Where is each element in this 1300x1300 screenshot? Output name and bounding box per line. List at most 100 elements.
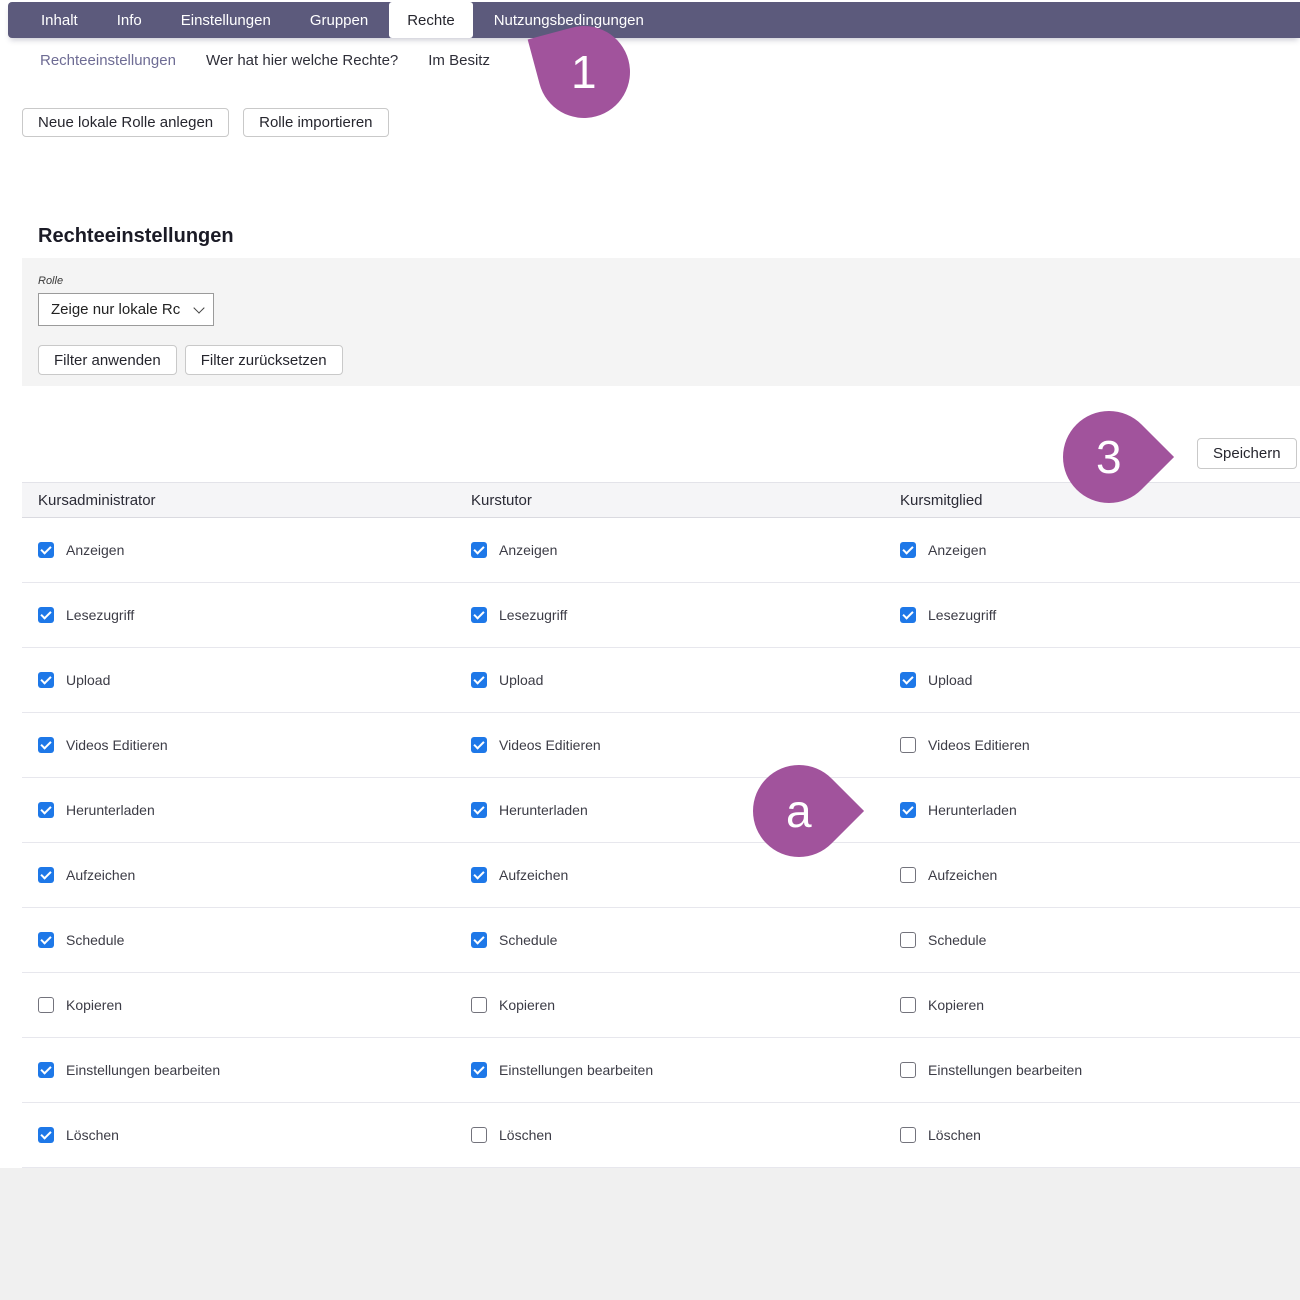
checkbox-videos-editieren-kursadministrator[interactable] xyxy=(38,737,54,753)
checkbox-anzeigen-kursadministrator[interactable] xyxy=(38,542,54,558)
checkbox-anzeigen-kurstutor[interactable] xyxy=(471,542,487,558)
checkbox-label-l-schen: Löschen xyxy=(499,1127,552,1143)
table-row-einstellungen-bearbeiten: Einstellungen bearbeiten Einstellungen be… xyxy=(22,1038,1300,1103)
checkbox-label-kopieren: Kopieren xyxy=(499,997,555,1013)
checkbox-lesezugriff-kursmitglied[interactable] xyxy=(900,607,916,623)
role-toolbar: Neue lokale Rolle anlegen Rolle importie… xyxy=(22,108,389,137)
checkbox-label-einstellungen-bearbeiten: Einstellungen bearbeiten xyxy=(499,1062,653,1078)
checkbox-label-videos-editieren: Videos Editieren xyxy=(499,737,601,753)
checkbox-schedule-kursadministrator[interactable] xyxy=(38,932,54,948)
checkbox-einstellungen-bearbeiten-kurstutor[interactable] xyxy=(471,1062,487,1078)
checkbox-schedule-kurstutor[interactable] xyxy=(471,932,487,948)
import-role-button[interactable]: Rolle importieren xyxy=(243,108,388,137)
checkbox-label-schedule: Schedule xyxy=(66,932,124,948)
cell-anzeigen-kursadministrator: Anzeigen xyxy=(38,542,471,558)
checkbox-videos-editieren-kursmitglied[interactable] xyxy=(900,737,916,753)
table-row-aufzeichen: AufzeichenAufzeichenAufzeichen xyxy=(22,843,1300,908)
cell-schedule-kursadministrator: Schedule xyxy=(38,932,471,948)
checkbox-herunterladen-kursmitglied[interactable] xyxy=(900,802,916,818)
cell-lesezugriff-kurstutor: Lesezugriff xyxy=(471,607,900,623)
cell-kopieren-kurstutor: Kopieren xyxy=(471,997,900,1013)
table-row-videos-editieren: Videos Editieren Videos Editieren Videos E… xyxy=(22,713,1300,778)
new-local-role-button[interactable]: Neue lokale Rolle anlegen xyxy=(22,108,229,137)
table-row-schedule: Schedule Schedule Schedule xyxy=(22,908,1300,973)
checkbox-label-aufzeichen: Aufzeichen xyxy=(928,867,997,883)
cell-upload-kurstutor: Upload xyxy=(471,672,900,688)
checkbox-label-lesezugriff: Lesezugriff xyxy=(66,607,134,623)
cell-videos-editieren-kursmitglied: Videos Editieren xyxy=(900,737,1300,753)
tab-einstellungen[interactable]: Einstellungen xyxy=(181,2,271,38)
checkbox-einstellungen-bearbeiten-kursadministrator[interactable] xyxy=(38,1062,54,1078)
checkbox-label-herunterladen: Herunterladen xyxy=(499,802,588,818)
role-select[interactable]: Zeige nur lokale Rc xyxy=(38,293,214,326)
checkbox-l-schen-kursadministrator[interactable] xyxy=(38,1127,54,1143)
checkbox-label-kopieren: Kopieren xyxy=(928,997,984,1013)
cell-aufzeichen-kurstutor: Aufzeichen xyxy=(471,867,900,883)
filter-reset-button[interactable]: Filter zurücksetzen xyxy=(185,345,343,375)
checkbox-herunterladen-kursadministrator[interactable] xyxy=(38,802,54,818)
cell-aufzeichen-kursadministrator: Aufzeichen xyxy=(38,867,471,883)
checkbox-label-schedule: Schedule xyxy=(928,932,986,948)
tab-inhalt[interactable]: Inhalt xyxy=(41,2,78,38)
subnav-item-wer-hat-hier-welche-rechte[interactable]: Wer hat hier welche Rechte? xyxy=(206,52,398,69)
cell-kopieren-kursmitglied: Kopieren xyxy=(900,997,1300,1013)
cell-einstellungen-bearbeiten-kursadministrator: Einstellungen bearbeiten xyxy=(38,1062,471,1078)
checkbox-kopieren-kurstutor[interactable] xyxy=(471,997,487,1013)
checkbox-label-upload: Upload xyxy=(928,672,972,688)
checkbox-einstellungen-bearbeiten-kursmitglied[interactable] xyxy=(900,1062,916,1078)
checkbox-label-upload: Upload xyxy=(499,672,543,688)
tab-info[interactable]: Info xyxy=(117,2,142,38)
checkbox-label-schedule: Schedule xyxy=(499,932,557,948)
checkbox-videos-editieren-kurstutor[interactable] xyxy=(471,737,487,753)
subnav-item-im-besitz[interactable]: Im Besitz xyxy=(428,52,490,69)
cell-aufzeichen-kursmitglied: Aufzeichen xyxy=(900,867,1300,883)
cell-schedule-kursmitglied: Schedule xyxy=(900,932,1300,948)
column-header-kurstutor: Kurstutor xyxy=(471,492,900,509)
checkbox-kopieren-kursmitglied[interactable] xyxy=(900,997,916,1013)
filter-apply-button[interactable]: Filter anwenden xyxy=(38,345,177,375)
tab-rechte[interactable]: Rechte xyxy=(389,2,473,38)
checkbox-aufzeichen-kurstutor[interactable] xyxy=(471,867,487,883)
sub-navbar: Rechteeinstellungen Wer hat hier welche R… xyxy=(40,52,490,69)
checkbox-l-schen-kurstutor[interactable] xyxy=(471,1127,487,1143)
footer-background xyxy=(0,1168,1300,1300)
checkbox-upload-kursmitglied[interactable] xyxy=(900,672,916,688)
checkbox-lesezugriff-kurstutor[interactable] xyxy=(471,607,487,623)
checkbox-lesezugriff-kursadministrator[interactable] xyxy=(38,607,54,623)
checkbox-aufzeichen-kursadministrator[interactable] xyxy=(38,867,54,883)
permissions-table-body: AnzeigenAnzeigenAnzeigenLesezugriffLesez… xyxy=(22,518,1300,1168)
cell-kopieren-kursadministrator: Kopieren xyxy=(38,997,471,1013)
checkbox-upload-kursadministrator[interactable] xyxy=(38,672,54,688)
role-filter-label: Rolle xyxy=(38,275,63,287)
checkbox-kopieren-kursadministrator[interactable] xyxy=(38,997,54,1013)
page: InhaltInfoEinstellungenGruppenRechteNutz… xyxy=(0,0,1300,1300)
checkbox-label-herunterladen: Herunterladen xyxy=(928,802,1017,818)
checkbox-l-schen-kursmitglied[interactable] xyxy=(900,1127,916,1143)
callout-step-1-label: 1 xyxy=(571,49,597,95)
cell-lesezugriff-kursmitglied: Lesezugriff xyxy=(900,607,1300,623)
checkbox-label-kopieren: Kopieren xyxy=(66,997,122,1013)
callout-step-3-label: 3 xyxy=(1096,434,1122,480)
cell-anzeigen-kurstutor: Anzeigen xyxy=(471,542,900,558)
checkbox-label-l-schen: Löschen xyxy=(66,1127,119,1143)
filter-buttons: Filter anwenden Filter zurücksetzen xyxy=(38,345,343,375)
checkbox-schedule-kursmitglied[interactable] xyxy=(900,932,916,948)
cell-upload-kursadministrator: Upload xyxy=(38,672,471,688)
checkbox-label-upload: Upload xyxy=(66,672,110,688)
tab-gruppen[interactable]: Gruppen xyxy=(310,2,368,38)
permissions-table: KursadministratorKurstutorKursmitglied A… xyxy=(22,482,1300,1168)
page-title: Rechteeinstellungen xyxy=(38,225,234,248)
table-row-upload: Upload Upload Upload xyxy=(22,648,1300,713)
callout-step-a-label: a xyxy=(786,788,812,834)
checkbox-upload-kurstutor[interactable] xyxy=(471,672,487,688)
save-button[interactable]: Speichern xyxy=(1197,438,1297,469)
checkbox-aufzeichen-kursmitglied[interactable] xyxy=(900,867,916,883)
checkbox-label-videos-editieren: Videos Editieren xyxy=(66,737,168,753)
checkbox-anzeigen-kursmitglied[interactable] xyxy=(900,542,916,558)
subnav-item-rechteeinstellungen[interactable]: Rechteeinstellungen xyxy=(40,52,176,69)
table-row-lesezugriff: LesezugriffLesezugriffLesezugriff xyxy=(22,583,1300,648)
checkbox-label-anzeigen: Anzeigen xyxy=(928,542,986,558)
checkbox-herunterladen-kurstutor[interactable] xyxy=(471,802,487,818)
cell-l-schen-kursadministrator: Löschen xyxy=(38,1127,471,1143)
cell-l-schen-kursmitglied: Löschen xyxy=(900,1127,1300,1143)
